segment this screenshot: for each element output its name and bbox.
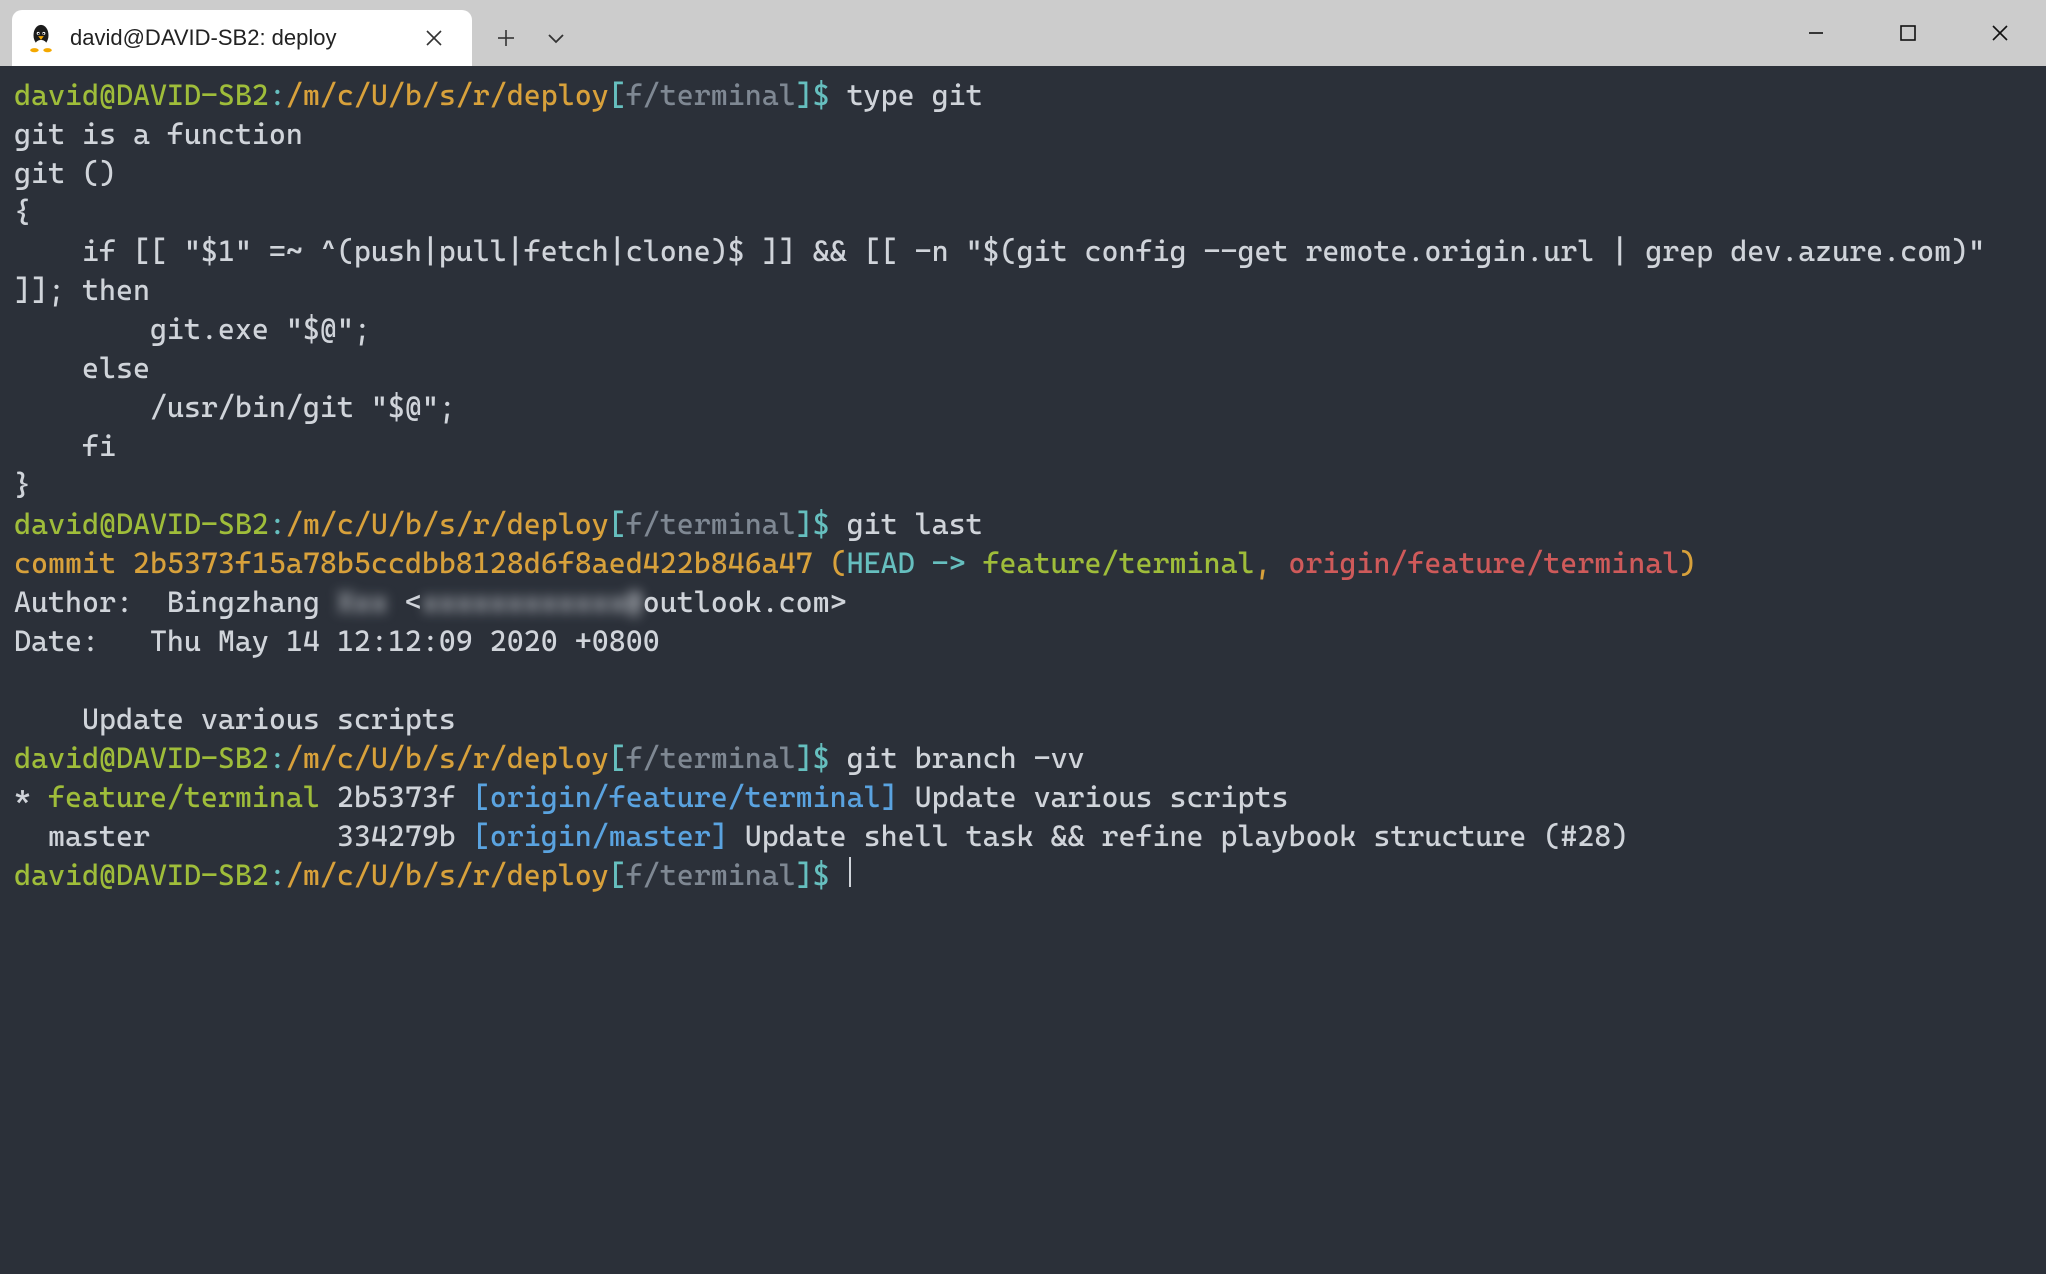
prompt-user-host: david@DAVID-SB2 (14, 858, 269, 892)
commit-head: HEAD -> (847, 546, 983, 580)
prompt-branch-close: ] (796, 78, 813, 112)
prompt-user-host: david@DAVID-SB2 (14, 741, 269, 775)
author-prefix: Author: Bingzhang (14, 585, 337, 619)
prompt-branch: f/terminal (626, 741, 796, 775)
output-1-line-3: { (14, 195, 31, 229)
prompt-line-4: david@DAVID-SB2:/m/c/U/b/s/r/deploy[f/te… (14, 858, 851, 892)
output-1-line-6: else (14, 351, 150, 385)
output-1-line-8: fi (14, 429, 116, 463)
tab-actions (472, 10, 576, 66)
prompt-branch-open: [ (609, 741, 626, 775)
command-2: git last (847, 507, 983, 541)
close-window-button[interactable] (1954, 0, 2046, 66)
output-1-line-2: git () (14, 156, 116, 190)
maximize-icon (1898, 23, 1918, 43)
commit-branch-remote: origin/feature/terminal (1288, 546, 1679, 580)
commit-open: ( (813, 546, 847, 580)
prompt-sep: : (269, 507, 286, 541)
prompt-branch-open: [ (609, 858, 626, 892)
b2-open: [ (473, 819, 490, 853)
prompt-branch: f/terminal (626, 507, 796, 541)
b2-close: ] (711, 819, 728, 853)
prompt-line-3: david@DAVID-SB2:/m/c/U/b/s/r/deploy[f/te… (14, 741, 1085, 775)
prompt-branch-open: [ (609, 78, 626, 112)
b1-pre: * (14, 780, 48, 814)
b1-close: ] (881, 780, 898, 814)
b2-pre: master 334279b (14, 819, 473, 853)
commit-close: ) (1679, 546, 1696, 580)
output-1-line-4: if [[ "$1" =~ ^(push|pull|fetch|clone)$ … (14, 234, 2002, 307)
b2-msg: Update shell task && refine playbook str… (728, 819, 1629, 853)
terminal-window: david@DAVID-SB2: deploy (0, 0, 2046, 1274)
prompt-sep: : (269, 858, 286, 892)
maximize-button[interactable] (1862, 0, 1954, 66)
prompt-branch-open: [ (609, 507, 626, 541)
output-1-line-1: git is a function (14, 117, 303, 151)
prompt-sep: : (269, 741, 286, 775)
prompt-branch-close: ] (796, 507, 813, 541)
commit-label: commit (14, 546, 133, 580)
minimize-icon (1806, 23, 1826, 43)
output-1-line-9: } (14, 468, 31, 502)
author-mid: < (388, 585, 422, 619)
prompt-dollar: $ (813, 78, 847, 112)
commit-line: commit 2b5373f15a78b5ccdbb8128d6f8aed422… (14, 546, 1696, 580)
prompt-line-1: david@DAVID-SB2:/m/c/U/b/s/r/deploy[f/te… (14, 78, 983, 112)
prompt-dollar: $ (813, 741, 847, 775)
prompt-user-host: david@DAVID-SB2 (14, 507, 269, 541)
output-1-line-7: /usr/bin/git "$@"; (14, 390, 456, 424)
commit-hash: 2b5373f15a78b5ccdbb8128d6f8aed422b846a47 (133, 546, 813, 580)
author-blur-1: Xxx (337, 585, 388, 619)
b1-upstream: origin/feature/terminal (490, 780, 881, 814)
prompt-dollar: $ (813, 507, 847, 541)
minimize-button[interactable] (1770, 0, 1862, 66)
tab-dropdown-button[interactable] (536, 18, 576, 58)
commit-comma: , (1254, 546, 1288, 580)
tab-title: david@DAVID-SB2: deploy (70, 25, 400, 51)
prompt-path: /m/c/U/b/s/r/deploy (286, 507, 609, 541)
tab-close-button[interactable] (414, 18, 454, 58)
b1-open: [ (473, 780, 490, 814)
window-controls (1770, 0, 2046, 66)
prompt-path: /m/c/U/b/s/r/deploy (286, 741, 609, 775)
prompt-branch: f/terminal (626, 858, 796, 892)
command-3: git branch -vv (847, 741, 1085, 775)
output-1-line-5: git.exe "$@"; (14, 312, 371, 346)
tux-icon (26, 23, 56, 53)
close-icon (1990, 23, 2010, 43)
b2-upstream: origin/master (490, 819, 711, 853)
branch-line-2: master 334279b [origin/master] Update sh… (14, 819, 1628, 853)
new-tab-button[interactable] (486, 18, 526, 58)
prompt-branch-close: ] (796, 858, 813, 892)
b1-name: feature/terminal (48, 780, 320, 814)
titlebar: david@DAVID-SB2: deploy (0, 0, 2046, 66)
chevron-down-icon (545, 27, 567, 49)
prompt-user-host: david@DAVID-SB2 (14, 78, 269, 112)
branch-line-1: * feature/terminal 2b5373f [origin/featu… (14, 780, 1288, 814)
author-suffix: outlook.com> (643, 585, 847, 619)
commit-branch-local: feature/terminal (983, 546, 1255, 580)
active-tab[interactable]: david@DAVID-SB2: deploy (12, 10, 472, 66)
author-line: Author: Bingzhang Xxx <xxxxxxxxxxxx@outl… (14, 585, 847, 619)
prompt-dollar: $ (813, 858, 847, 892)
command-1: type git (847, 78, 983, 112)
close-icon (425, 29, 443, 47)
terminal-pane[interactable]: david@DAVID-SB2:/m/c/U/b/s/r/deploy[f/te… (0, 66, 2046, 1274)
cursor (849, 857, 851, 887)
plus-icon (496, 28, 516, 48)
prompt-branch: f/terminal (626, 78, 796, 112)
prompt-line-2: david@DAVID-SB2:/m/c/U/b/s/r/deploy[f/te… (14, 507, 983, 541)
author-blur-2: xxxxxxxxxxxx@ (422, 585, 643, 619)
commit-message: Update various scripts (14, 702, 456, 736)
date-line: Date: Thu May 14 12:12:09 2020 +0800 (14, 624, 660, 658)
b1-msg: Update various scripts (898, 780, 1289, 814)
prompt-path: /m/c/U/b/s/r/deploy (286, 78, 609, 112)
prompt-branch-close: ] (796, 741, 813, 775)
prompt-sep: : (269, 78, 286, 112)
prompt-path: /m/c/U/b/s/r/deploy (286, 858, 609, 892)
b1-mid: 2b5373f (320, 780, 473, 814)
